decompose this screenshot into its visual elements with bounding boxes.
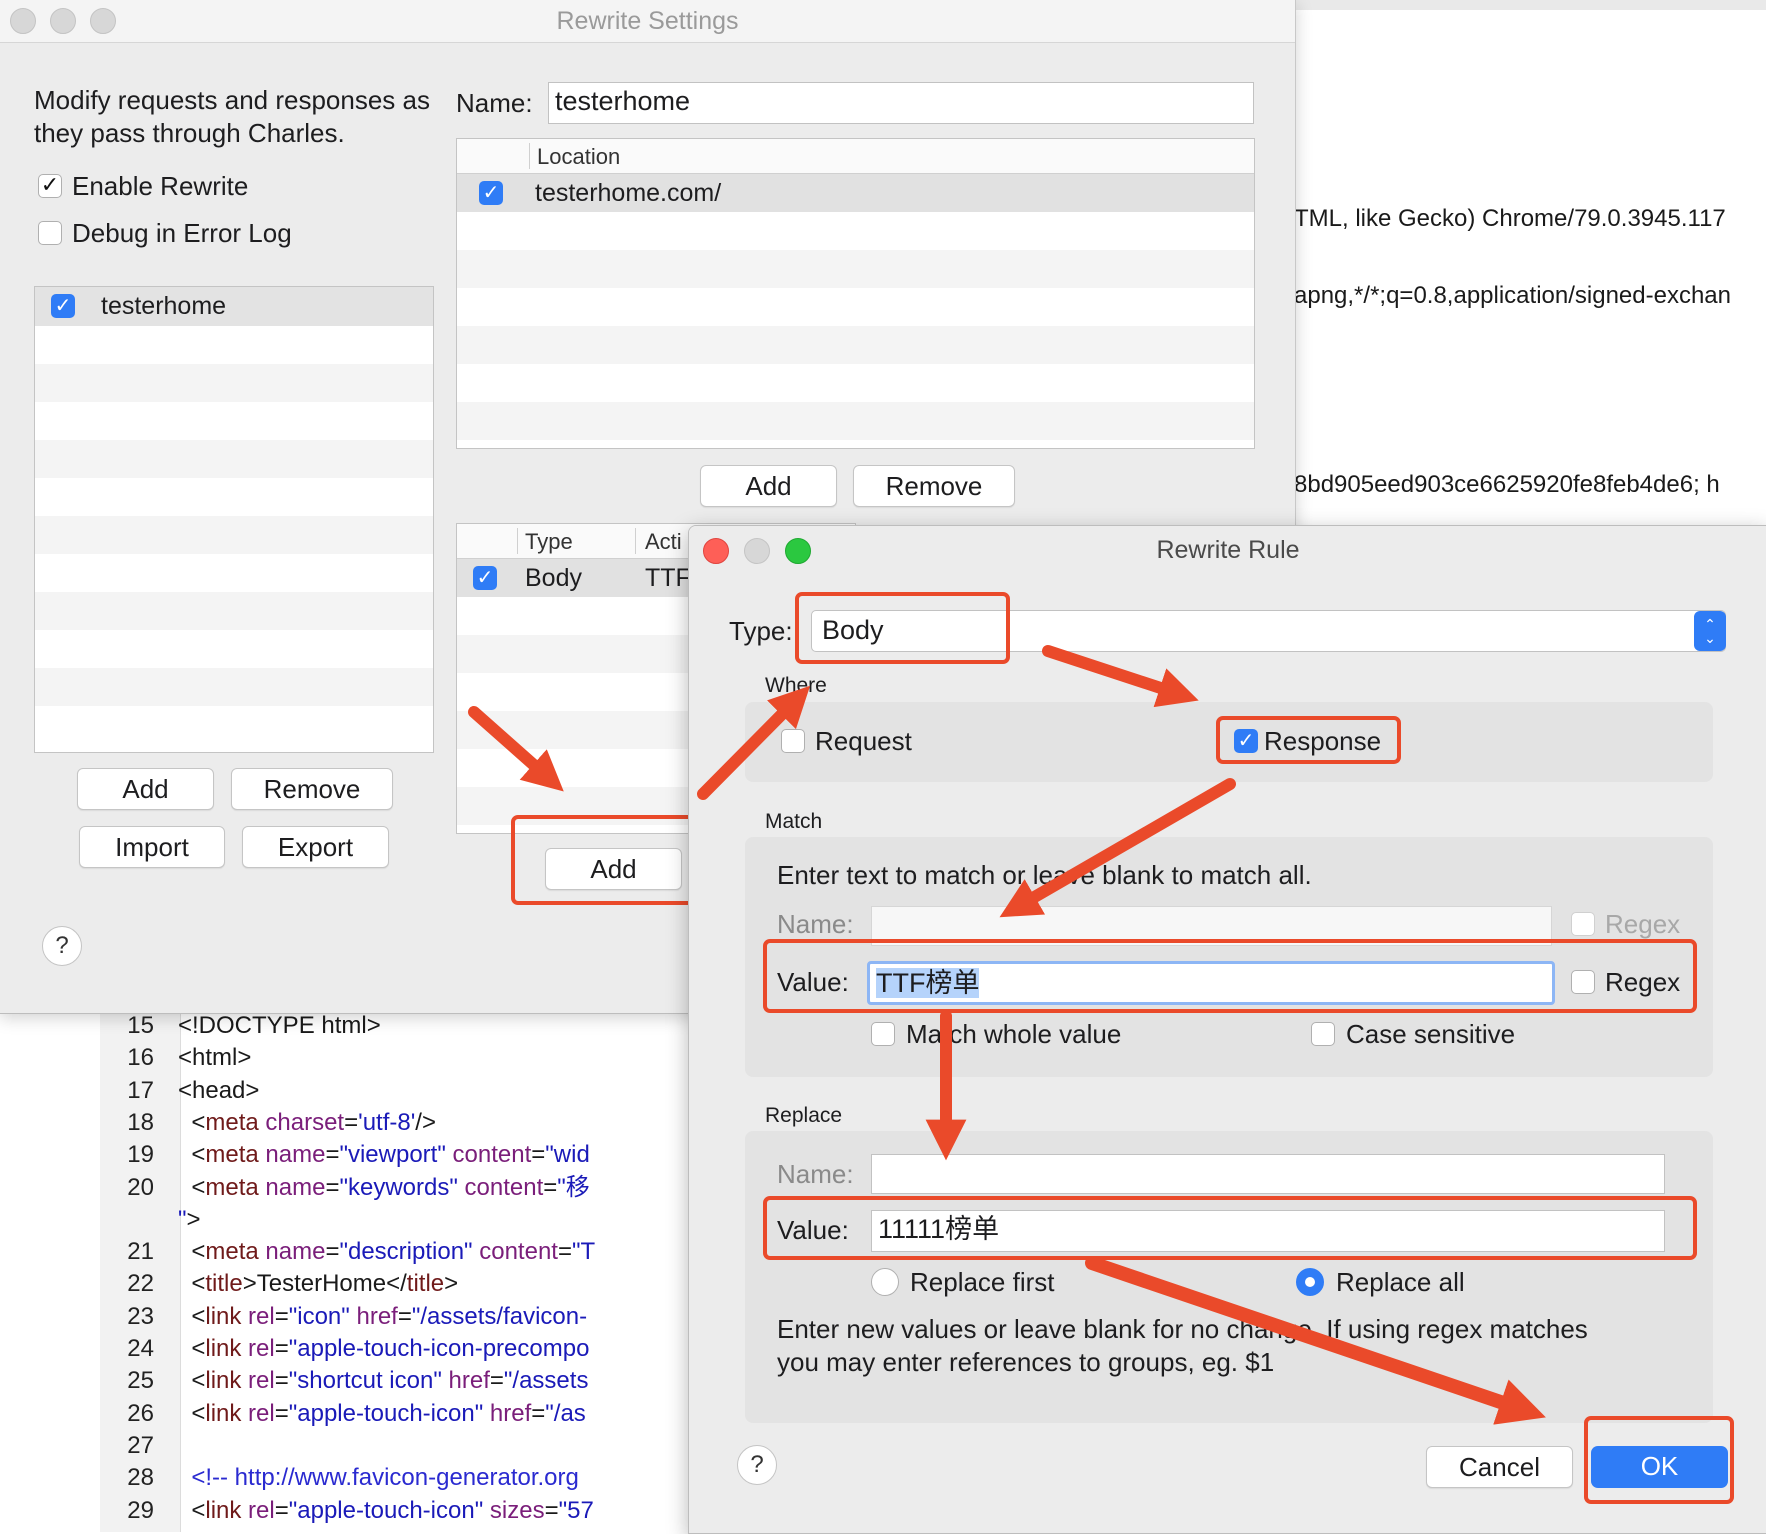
arrow-to-add-rule <box>468 706 564 792</box>
annotation-arrows <box>468 645 1546 1425</box>
arrow-to-type-select <box>697 685 811 800</box>
arrow-to-response <box>1042 645 1199 708</box>
arrow-to-ok-button <box>1085 1256 1546 1425</box>
arrow-to-match-value <box>999 778 1236 918</box>
